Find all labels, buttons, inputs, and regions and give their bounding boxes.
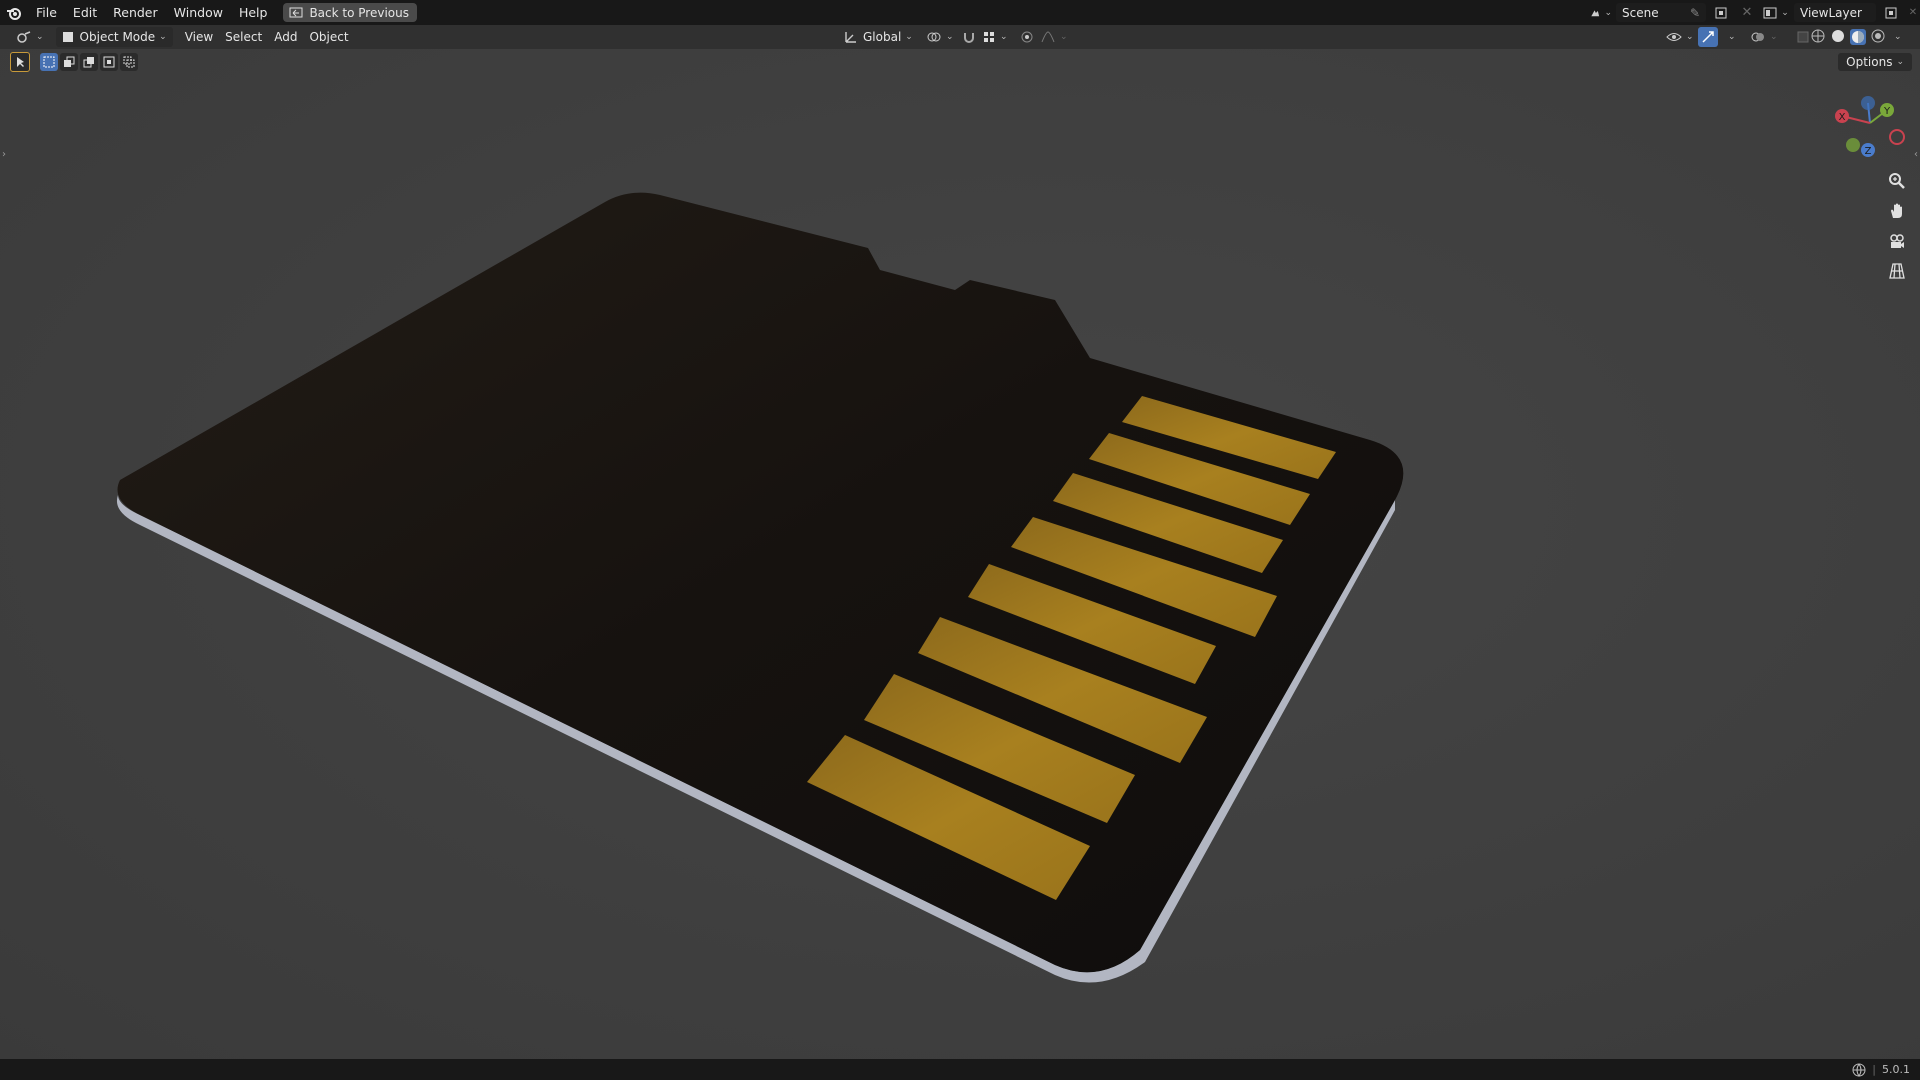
eye-icon <box>1666 33 1682 41</box>
blender-logo-icon[interactable] <box>0 0 28 25</box>
pan-hand-icon[interactable] <box>1884 198 1910 224</box>
main-menu: File Edit Render Window Help <box>28 0 275 25</box>
gizmo-y-label: Y <box>1883 106 1891 117</box>
magnet-icon <box>964 33 974 43</box>
pin-icon[interactable]: ✎ <box>1690 6 1700 20</box>
camera-view-icon[interactable] <box>1884 228 1910 254</box>
pivot-point-dropdown[interactable]: ⌄ <box>920 27 960 47</box>
toolbar-expand-icon[interactable]: › <box>2 149 6 160</box>
falloff-dropdown[interactable]: ⌄ <box>1034 27 1074 47</box>
transform-orientation-dropdown[interactable]: Global ⌄ <box>838 27 919 47</box>
select-invert-icon[interactable] <box>100 53 118 71</box>
xray-icon <box>1797 31 1809 43</box>
select-extend-icon[interactable] <box>60 53 78 71</box>
menu-help[interactable]: Help <box>231 0 276 25</box>
view-layer-field[interactable]: ViewLayer <box>1794 3 1876 22</box>
visibility-dropdown[interactable]: ⌄ <box>1660 27 1700 47</box>
sidebar-expand-icon[interactable]: ‹ <box>1914 149 1918 160</box>
globe-icon <box>1852 1063 1866 1077</box>
scene-name: Scene <box>1622 5 1659 20</box>
transform-orientation-label: Global <box>863 30 902 44</box>
options-label: Options <box>1846 55 1893 69</box>
select-menu[interactable]: Select <box>219 27 268 47</box>
snap-target-dropdown[interactable]: ⌄ <box>976 27 1014 47</box>
back-to-previous-label: Back to Previous <box>309 5 409 20</box>
falloff-curve-icon <box>1041 31 1055 43</box>
top-bar: File Edit Render Window Help Back to Pre… <box>0 0 1920 25</box>
menu-render[interactable]: Render <box>105 0 166 25</box>
new-scene-icon[interactable] <box>1710 3 1732 22</box>
tool-settings-row <box>10 52 138 72</box>
shading-buttons: ⌄ <box>1810 27 1902 47</box>
navigation-gizmo[interactable]: Y X Z <box>1830 90 1910 165</box>
view-menu[interactable]: View <box>179 27 219 47</box>
object-menu[interactable]: Object <box>303 27 354 47</box>
rendered-shading-icon[interactable] <box>1870 28 1886 47</box>
overlays-toggle[interactable]: ⌄ <box>1744 27 1784 47</box>
solid-shading-icon[interactable] <box>1830 28 1846 47</box>
gizmo-icon <box>1702 31 1714 43</box>
back-to-previous-button[interactable]: Back to Previous <box>283 3 417 22</box>
gizmo-toggle[interactable] <box>1698 27 1718 47</box>
proportional-edit-icon <box>1021 31 1033 43</box>
gizmo-neg-y[interactable] <box>1846 138 1860 152</box>
snap-grid-icon <box>984 32 994 42</box>
editor-type-icon[interactable]: ⌄ <box>10 27 50 47</box>
shading-dropdown-icon[interactable]: ⌄ <box>1894 32 1902 42</box>
version-label: 5.0.1 <box>1882 1063 1910 1076</box>
pivot-icon <box>927 32 941 42</box>
3d-viewport[interactable]: › ‹ <box>0 49 1920 1059</box>
menu-window[interactable]: Window <box>166 0 231 25</box>
select-intersect-icon[interactable] <box>120 53 138 71</box>
new-view-layer-icon[interactable] <box>1880 3 1902 22</box>
orientation-axes-icon <box>845 32 856 43</box>
select-new-icon[interactable] <box>40 53 58 71</box>
zoom-icon[interactable] <box>1884 168 1910 194</box>
add-menu[interactable]: Add <box>268 27 303 47</box>
viewport-scene <box>0 49 1920 1059</box>
menu-edit[interactable]: Edit <box>65 0 105 25</box>
remove-view-layer-icon[interactable]: ✕ <box>1906 3 1920 22</box>
select-subtract-icon[interactable] <box>80 53 98 71</box>
view-layer-selector-icon[interactable]: ⌄ <box>1762 3 1790 22</box>
back-screen-icon <box>289 7 303 17</box>
gizmo-neg-x[interactable] <box>1889 129 1905 145</box>
options-dropdown[interactable]: Options ⌄ <box>1838 53 1912 71</box>
gizmo-neg-z[interactable] <box>1861 96 1875 110</box>
gizmo-dropdown[interactable]: ⌄ <box>1718 27 1742 47</box>
gizmo-x-label: X <box>1839 112 1846 123</box>
top-right-controls: ⌄ Scene ✎ ✕ ⌄ ViewLayer ✕ <box>1590 0 1920 25</box>
perspective-grid-icon[interactable] <box>1884 258 1910 284</box>
scene-selector-icon[interactable]: ⌄ <box>1590 3 1612 22</box>
object-mode-dropdown[interactable]: Object Mode ⌄ <box>55 27 173 47</box>
wireframe-shading-icon[interactable] <box>1810 28 1826 47</box>
object-mode-icon <box>62 32 73 42</box>
viewport-header: ⌄ Object Mode ⌄ View Select Add Object G… <box>0 25 1920 49</box>
material-shading-icon[interactable] <box>1850 29 1866 45</box>
gizmo-z-label: Z <box>1865 146 1872 157</box>
overlays-icon <box>1751 32 1764 42</box>
view-layer-name: ViewLayer <box>1800 5 1862 20</box>
select-tool-icon[interactable] <box>10 52 30 72</box>
status-bar: | 5.0.1 <box>0 1059 1920 1080</box>
scene-name-field[interactable]: Scene ✎ <box>1616 3 1706 22</box>
object-mode-label: Object Mode <box>79 30 156 44</box>
menu-file[interactable]: File <box>28 0 65 25</box>
remove-scene-icon[interactable]: ✕ <box>1736 3 1758 22</box>
